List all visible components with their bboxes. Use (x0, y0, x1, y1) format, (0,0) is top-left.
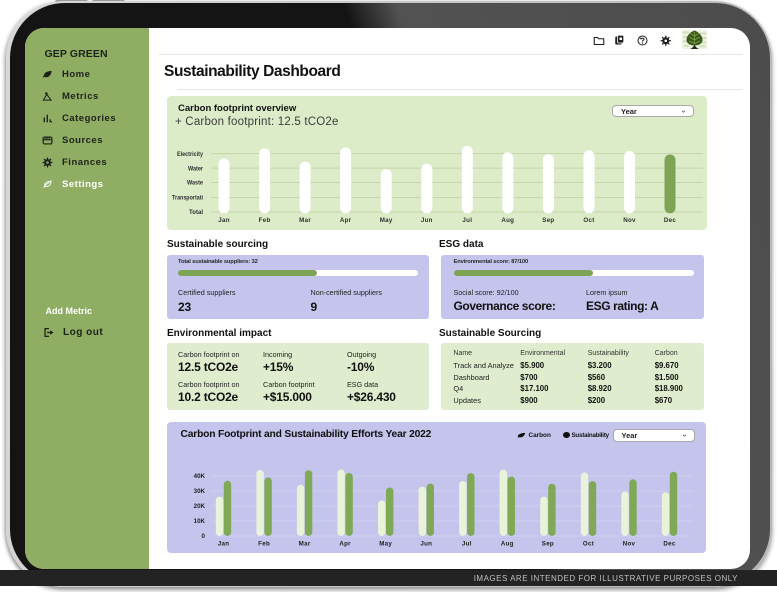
svg-text:Jul: Jul (462, 217, 472, 224)
svg-text:Aug: Aug (501, 217, 514, 224)
svg-text:May: May (379, 540, 392, 547)
svg-text:Apr: Apr (339, 217, 351, 224)
svg-text:Nov: Nov (623, 217, 636, 224)
svg-text:Waste: Waste (187, 181, 204, 187)
svg-text:30K: 30K (193, 488, 205, 495)
svg-text:Transportati: Transportati (172, 196, 203, 202)
svg-text:Jul: Jul (461, 540, 471, 547)
svg-text:Mar: Mar (298, 540, 310, 547)
svg-text:Jun: Jun (420, 217, 432, 224)
svg-text:Dec: Dec (663, 540, 676, 547)
svg-text:Dec: Dec (663, 217, 676, 224)
svg-text:Jun: Jun (420, 540, 432, 547)
svg-text:Aug: Aug (500, 540, 513, 547)
svg-text:Total: Total (189, 210, 203, 216)
svg-text:20K: 20K (193, 503, 205, 510)
svg-text:Feb: Feb (258, 217, 270, 224)
svg-text:Apr: Apr (339, 540, 351, 547)
svg-text:Mar: Mar (299, 217, 311, 224)
svg-text:Nov: Nov (622, 540, 635, 547)
svg-text:Oct: Oct (582, 540, 593, 547)
svg-text:May: May (379, 217, 392, 224)
svg-text:Sep: Sep (542, 217, 554, 224)
svg-text:10K: 10K (193, 518, 205, 525)
svg-text:Jan: Jan (218, 217, 230, 224)
svg-text:Electricity: Electricity (177, 152, 204, 158)
svg-text:0: 0 (201, 533, 205, 540)
svg-text:40K: 40K (193, 473, 205, 480)
svg-text:Feb: Feb (258, 540, 270, 547)
svg-text:Sep: Sep (541, 540, 553, 547)
svg-text:Jan: Jan (217, 540, 229, 547)
svg-text:Water: Water (188, 166, 204, 172)
svg-text:Oct: Oct (583, 217, 594, 224)
